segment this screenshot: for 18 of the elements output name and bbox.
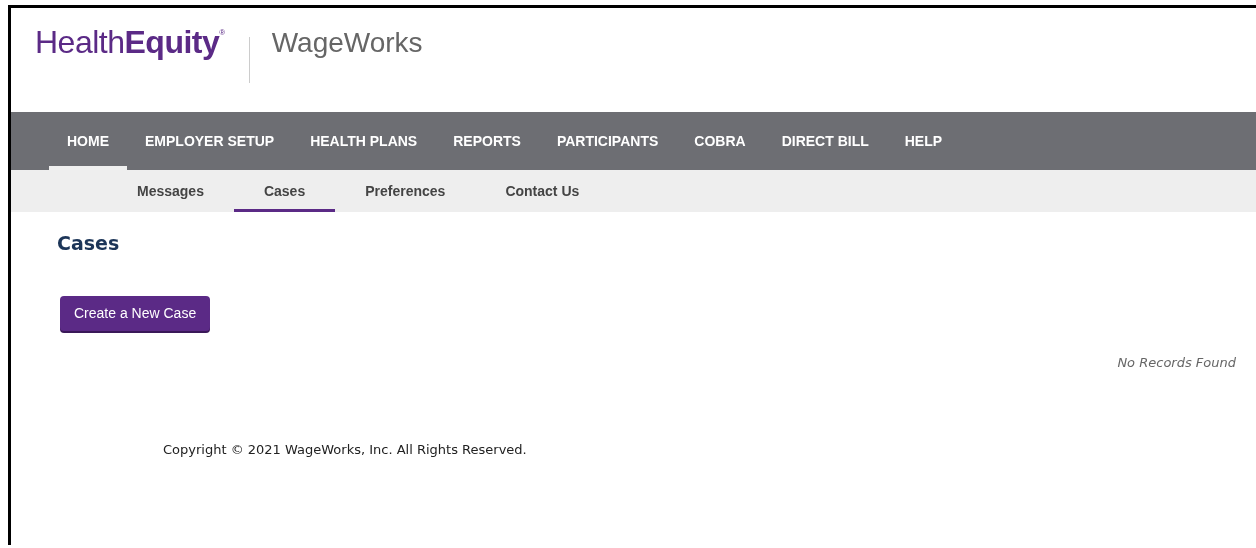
copyright-text: Copyright © 2021 WageWorks, Inc. All Rights Reserved. [163,442,528,457]
main-nav-tab[interactable]: REPORTS [435,112,539,170]
create-case-button[interactable]: Create a New Case [60,296,211,331]
product-name: WageWorks [271,26,423,59]
empty-message: No Records Found [1117,355,1236,370]
main-nav-tab[interactable]: HEALTH PLANS [292,112,436,170]
main-nav-tab[interactable]: COBRA [676,112,764,170]
sub-nav-tab[interactable]: Cases [233,170,336,212]
main-nav-tab[interactable]: PARTICIPANTS [538,112,677,170]
sub-nav-tab[interactable]: Preferences [335,170,476,212]
main-nav-tab[interactable]: DIRECT BILL [763,112,887,170]
main-nav-tab[interactable]: HELP [886,112,961,170]
sub-nav-tab[interactable]: Contact Us [475,170,610,212]
main-nav-tab[interactable]: EMPLOYER SETUP [127,112,293,170]
sub-nav-tab[interactable]: Messages [107,170,234,212]
brand-logo: HealthEquity$^{®}$ [35,24,225,61]
main-nav-tab[interactable]: HOME [49,112,127,170]
page-title: Cases [57,232,120,254]
